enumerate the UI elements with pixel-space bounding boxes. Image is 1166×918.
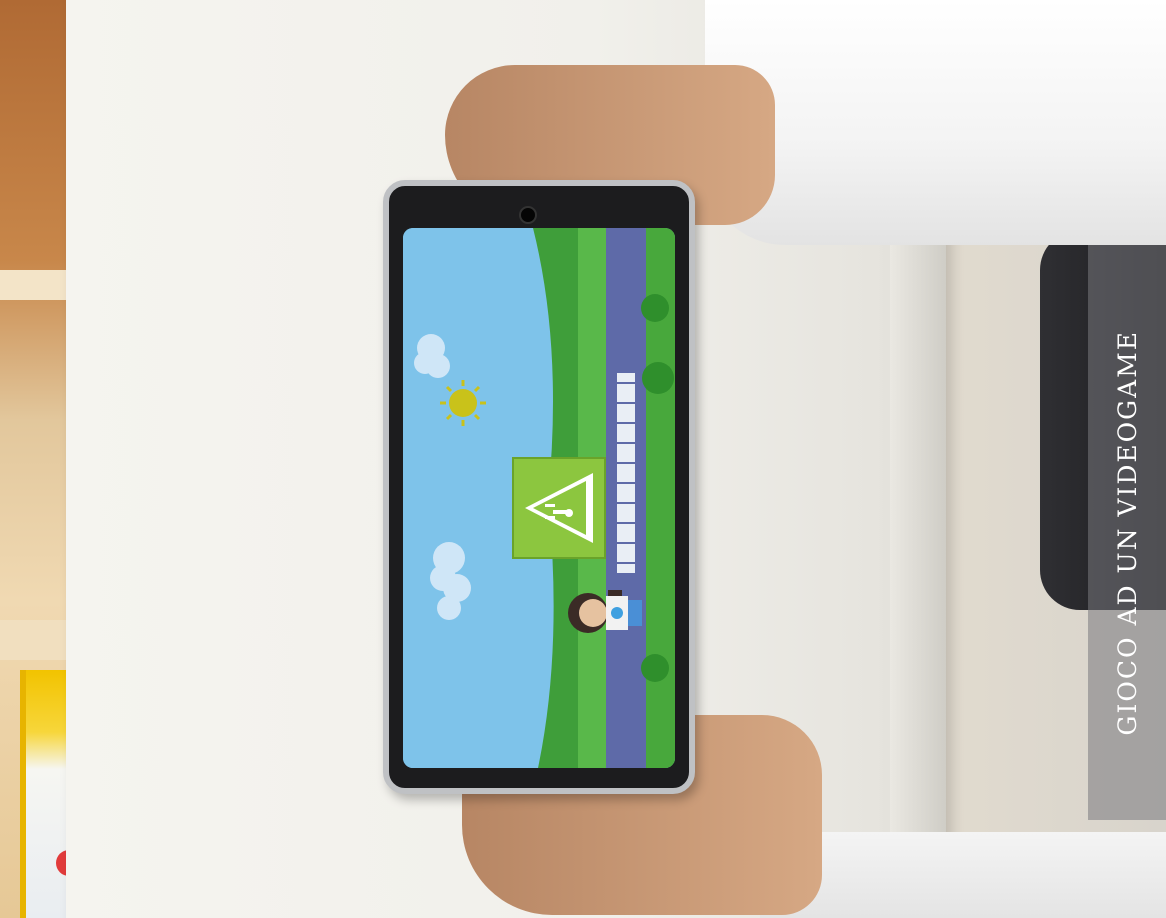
game-scene bbox=[403, 228, 675, 768]
photo-scene: GIOCO AD UN VIDEOGAME bbox=[0, 0, 1166, 918]
front-camera bbox=[519, 206, 537, 224]
caption-text: GIOCO AD UN VIDEOGAME bbox=[1112, 329, 1142, 736]
crosswalk bbox=[617, 373, 635, 573]
pedestrian-crossing-sign-icon[interactable] bbox=[512, 457, 606, 559]
smartphone bbox=[383, 180, 695, 794]
bush bbox=[642, 362, 674, 394]
caption: GIOCO AD UN VIDEOGAME bbox=[1088, 245, 1166, 820]
bush bbox=[641, 294, 669, 322]
bush bbox=[641, 654, 669, 682]
game-screen[interactable] bbox=[403, 228, 675, 768]
table-edge bbox=[890, 220, 946, 840]
